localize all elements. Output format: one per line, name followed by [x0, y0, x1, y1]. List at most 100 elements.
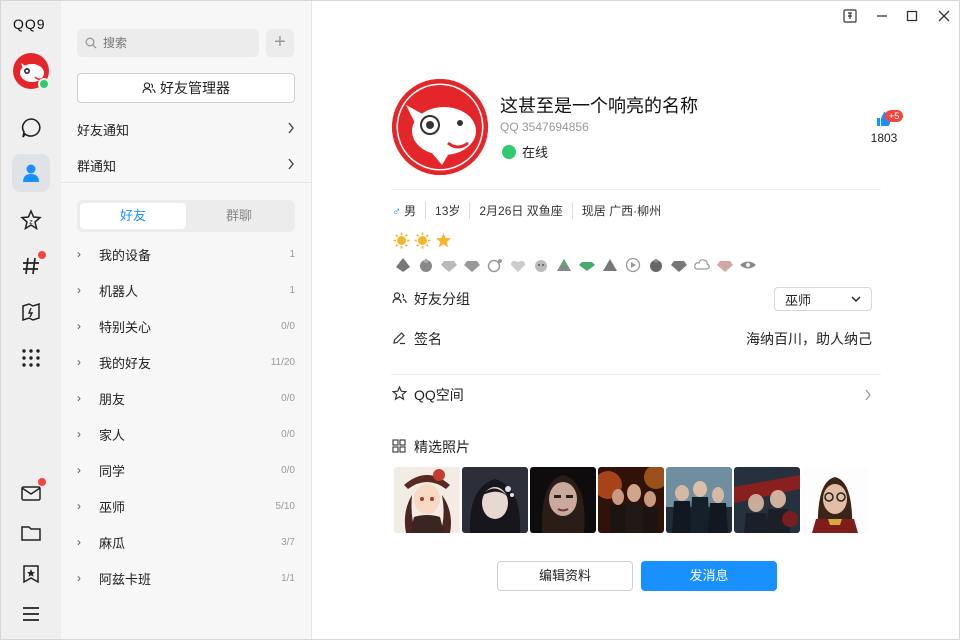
medal-icon[interactable]	[669, 257, 688, 273]
search-icon	[85, 37, 97, 49]
friend-group-row[interactable]: › 我的好友 11/20	[77, 350, 295, 374]
medal-icon[interactable]	[508, 257, 527, 273]
friend-group-row[interactable]: › 我的设备 1	[77, 242, 295, 266]
self-avatar[interactable]	[13, 53, 50, 90]
group-name: 我的设备	[99, 247, 152, 263]
medal-icon[interactable]	[646, 257, 665, 273]
contacts-icon	[23, 164, 39, 182]
nav-rail: QQ9 z	[1, 1, 61, 639]
group-count: 0/0	[281, 392, 295, 404]
medal-icon[interactable]	[485, 257, 504, 273]
friend-notice-row[interactable]: 好友通知	[77, 119, 295, 139]
profile-avatar[interactable]	[392, 79, 488, 175]
group-name: 阿兹卡班	[99, 571, 152, 587]
medal-icon[interactable]	[531, 257, 550, 273]
pin-icon	[843, 9, 857, 23]
medal-icon[interactable]	[439, 257, 458, 273]
favorites-nav-button[interactable]: z	[12, 201, 50, 239]
contacts-nav-button[interactable]	[12, 154, 50, 192]
photo-thumbnail[interactable]	[462, 467, 528, 533]
photo-thumbnail[interactable]	[666, 467, 732, 533]
group-count: 3/7	[281, 536, 295, 548]
age-info: 13岁	[425, 202, 469, 219]
medal-row	[393, 257, 757, 273]
friend-group-row[interactable]: › 同学 0/0	[77, 458, 295, 482]
chevron-right-icon: ›	[77, 355, 81, 369]
friend-group-row[interactable]: › 麻瓜 3/7	[77, 530, 295, 554]
main-menu-button[interactable]	[12, 595, 50, 633]
sun-level-icon	[414, 232, 431, 249]
group-count: 0/0	[281, 428, 295, 440]
medal-icon[interactable]	[577, 257, 596, 273]
message-icon	[21, 118, 41, 138]
files-nav-button[interactable]	[12, 514, 50, 552]
chevron-right-icon	[287, 158, 295, 173]
chevron-right-icon: ›	[77, 499, 81, 513]
friend-group-row[interactable]: › 朋友 0/0	[77, 386, 295, 410]
online-status-dot	[502, 144, 516, 159]
signature-value: 海纳百川，助人纳己	[746, 331, 872, 347]
medal-icon[interactable]	[416, 257, 435, 273]
friend-manager-button[interactable]: 好友管理器	[77, 73, 295, 103]
minimize-button[interactable]	[871, 7, 893, 25]
search-input[interactable]	[103, 36, 243, 50]
group-count: 11/20	[270, 356, 295, 368]
chevron-right-icon: ›	[77, 571, 81, 585]
edit-profile-button[interactable]: 编辑资料	[497, 561, 633, 591]
group-count: 0/0	[281, 464, 295, 476]
mail-nav-button[interactable]	[12, 474, 50, 512]
medal-icon[interactable]	[554, 257, 573, 273]
medal-icon[interactable]	[462, 257, 481, 273]
search-box[interactable]	[77, 29, 259, 57]
photo-thumbnail[interactable]	[802, 467, 868, 533]
pin-window-button[interactable]	[839, 7, 861, 25]
friend-group-row[interactable]: › 特别关心 0/0	[77, 314, 295, 338]
location-info: 现居 广西·柳州	[571, 202, 670, 219]
channels-nav-button[interactable]	[12, 247, 50, 285]
divider	[391, 374, 881, 375]
medal-icon[interactable]	[600, 257, 619, 273]
friend-group-row[interactable]: › 阿兹卡班 1/1	[77, 566, 295, 590]
chevron-right-icon: ›	[77, 463, 81, 477]
tab-friends[interactable]: 好友	[80, 203, 186, 229]
medal-icon[interactable]	[623, 257, 642, 273]
medal-icon[interactable]	[715, 257, 734, 273]
photo-thumbnail[interactable]	[734, 467, 800, 533]
messages-nav-button[interactable]	[12, 109, 50, 147]
users-icon	[392, 291, 414, 308]
medal-icon[interactable]	[738, 257, 757, 273]
like-button[interactable]: +5 1803	[861, 110, 907, 145]
group-count: 1	[289, 284, 295, 296]
apps-nav-button[interactable]	[12, 339, 50, 377]
notification-badge	[38, 251, 46, 259]
friend-group-row[interactable]: › 家人 0/0	[77, 422, 295, 446]
qzone-row[interactable]: QQ空间	[391, 385, 872, 405]
close-button[interactable]	[933, 7, 955, 25]
friend-group-row[interactable]: › 巫师 5/10	[77, 494, 295, 518]
sun-level-icon	[393, 232, 410, 249]
tab-groups[interactable]: 群聊	[186, 203, 292, 229]
chevron-right-icon: ›	[77, 535, 81, 549]
photo-thumbnail[interactable]	[530, 467, 596, 533]
medal-icon[interactable]	[692, 257, 711, 273]
collections-nav-button[interactable]	[12, 555, 50, 593]
group-notice-label: 群通知	[77, 158, 117, 174]
group-count: 1	[289, 248, 295, 260]
friend-group-row[interactable]: › 机器人 1	[77, 278, 295, 302]
star-outline-icon	[391, 385, 414, 404]
signature-field: 签名 海纳百川，助人纳己	[392, 329, 872, 349]
photo-thumbnail[interactable]	[394, 467, 460, 533]
basic-info-row: ♂ 男 13岁 2月26日 双鱼座 现居 广西·柳州	[392, 202, 670, 219]
bookmark-icon	[23, 565, 39, 584]
group-notice-row[interactable]: 群通知	[77, 155, 295, 175]
zone-nav-button[interactable]	[12, 293, 50, 331]
birthday-info: 2月26日 双鱼座	[469, 202, 571, 219]
divider	[391, 189, 881, 190]
maximize-button[interactable]	[901, 7, 923, 25]
friend-group-select[interactable]: 巫师	[774, 287, 872, 311]
photo-thumbnail[interactable]	[598, 467, 664, 533]
medal-icon[interactable]	[393, 257, 412, 273]
add-button[interactable]: +	[266, 29, 294, 57]
send-message-button[interactable]: 发消息	[641, 561, 777, 591]
card-icon	[22, 302, 40, 322]
